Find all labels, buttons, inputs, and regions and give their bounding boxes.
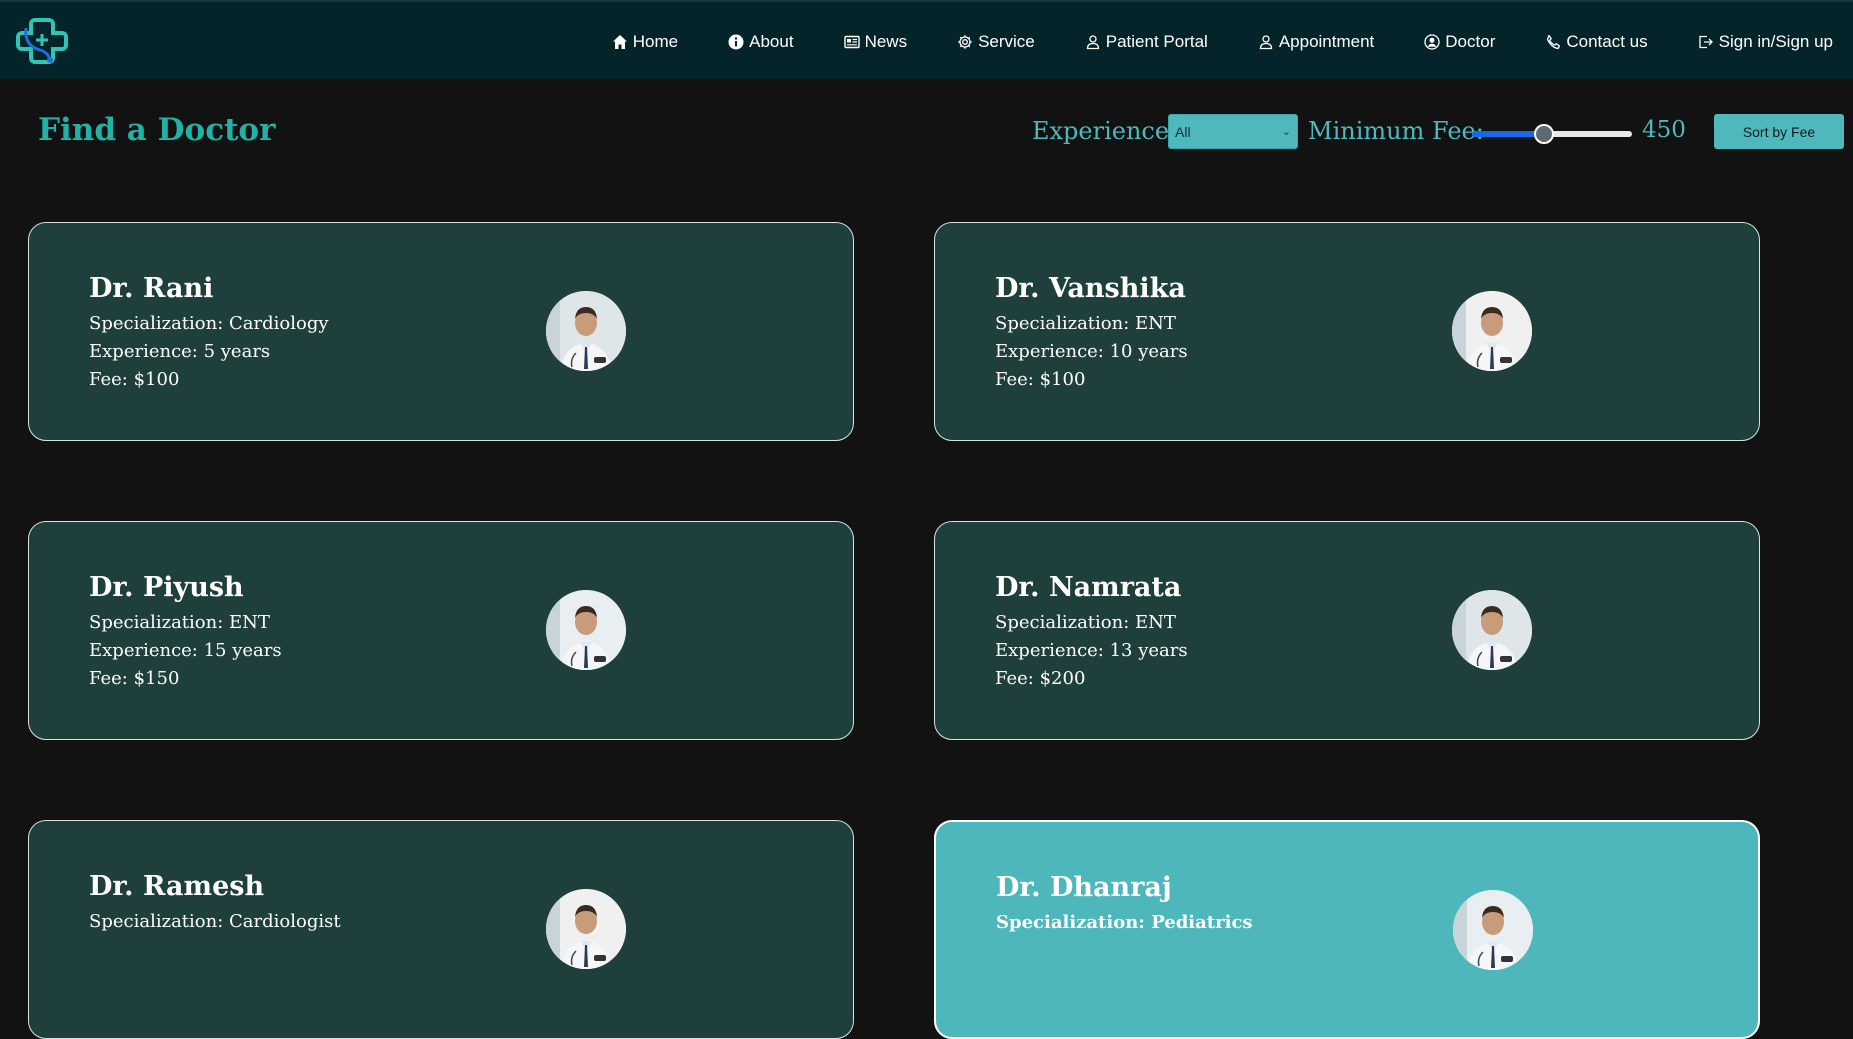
- nav-service[interactable]: Service: [957, 32, 1035, 52]
- doctor-photo-icon: [546, 291, 626, 371]
- doctor-avatar: [1452, 590, 1532, 670]
- nav-links: Home About News Service Patient Portal A…: [562, 2, 1833, 81]
- doctor-specialization: Specialization: Cardiology: [89, 313, 329, 334]
- doctor-card[interactable]: Dr. Vanshika Specialization: ENT Experienc…: [934, 222, 1760, 441]
- medical-cross-logo-icon: [16, 18, 68, 64]
- sort-by-fee-button[interactable]: Sort by Fee: [1714, 114, 1844, 149]
- nav-doctor-label: Doctor: [1445, 31, 1496, 51]
- doctor-specialization: Specialization: Pediatrics: [996, 912, 1253, 933]
- doctor-info: Dr. Namrata Specialization: ENT Experience…: [995, 572, 1188, 693]
- doctor-specialization: Specialization: ENT: [89, 612, 270, 633]
- doctor-avatar: [1452, 291, 1532, 371]
- doctor-photo-icon: [546, 889, 626, 969]
- doctor-card[interactable]: Dr. Namrata Specialization: ENT Experience…: [934, 521, 1760, 740]
- doctor-fee: Fee: $100: [89, 369, 180, 390]
- nav-doctor[interactable]: Doctor: [1424, 32, 1495, 52]
- doctor-card[interactable]: Dr. Dhanraj Specialization: Pediatrics: [934, 820, 1760, 1039]
- nav-patient-portal-label: Patient Portal: [1105, 31, 1208, 51]
- min-fee-slider[interactable]: [1472, 124, 1632, 144]
- nav-home-label: Home: [632, 31, 679, 51]
- doctor-specialization: Specialization: Cardiologist: [89, 911, 341, 932]
- page-title: Find a Doctor: [38, 112, 276, 148]
- gear-icon: [958, 34, 972, 49]
- nav-news[interactable]: News: [843, 31, 908, 52]
- doctor-name: Dr. Dhanraj: [996, 872, 1172, 903]
- min-fee-label: Minimum Fee:: [1308, 117, 1484, 145]
- doctor-experience: Experience: 10 years: [995, 341, 1188, 362]
- min-fee-value: 450: [1642, 117, 1686, 143]
- navbar: Home About News Service Patient Portal A…: [0, 0, 1853, 79]
- doctor-fee: Fee: $150: [89, 668, 180, 689]
- doctor-info: Dr. Dhanraj Specialization: Pediatrics: [996, 872, 1253, 937]
- doctor-experience: Experience: 13 years: [995, 640, 1188, 661]
- nav-service-label: Service: [978, 31, 1035, 51]
- doctor-name: Dr. Ramesh: [89, 871, 265, 902]
- user-circle-icon: [1424, 33, 1440, 50]
- nav-appointment-label: Appointment: [1278, 31, 1375, 51]
- doctor-avatar: [1453, 890, 1533, 970]
- doctor-specialization: Specialization: ENT: [995, 612, 1176, 633]
- doctor-card[interactable]: Dr. Piyush Specialization: ENT Experience:…: [28, 521, 854, 740]
- phone-icon: [1547, 34, 1561, 49]
- doctor-photo-icon: [1453, 890, 1533, 970]
- nav-news-label: News: [864, 31, 908, 51]
- nav-about[interactable]: About: [728, 31, 794, 52]
- experience-label: Experience:: [1032, 117, 1178, 145]
- nav-about-label: About: [749, 31, 794, 51]
- experience-select-value: All: [1175, 123, 1191, 140]
- logo[interactable]: [16, 14, 68, 66]
- doctor-info: Dr. Piyush Specialization: ENT Experience:…: [89, 572, 282, 693]
- home-icon: [612, 34, 627, 49]
- nav-patient-portal[interactable]: Patient Portal: [1085, 32, 1208, 52]
- doctor-photo-icon: [1452, 590, 1532, 670]
- doctor-avatar: [546, 889, 626, 969]
- doctor-name: Dr. Rani: [89, 273, 214, 304]
- doctor-name: Dr. Piyush: [89, 572, 244, 603]
- doctor-experience: Experience: 15 years: [89, 640, 282, 661]
- user-icon: [1259, 34, 1272, 49]
- doctor-card[interactable]: Dr. Rani Specialization: Cardiology Experi…: [28, 222, 854, 441]
- doctor-photo-icon: [546, 590, 626, 670]
- info-icon: [728, 34, 744, 49]
- doctor-info: Dr. Ramesh Specialization: Cardiologist: [89, 871, 341, 936]
- doctor-name: Dr. Namrata: [995, 572, 1182, 603]
- doctor-avatar: [546, 590, 626, 670]
- newspaper-icon: [843, 35, 860, 48]
- doctor-experience: Experience: 5 years: [89, 341, 271, 362]
- nav-sign-in[interactable]: Sign in/Sign up: [1698, 32, 1833, 52]
- doctor-fee: Fee: $200: [995, 668, 1086, 689]
- doctor-avatar: [546, 291, 626, 371]
- slider-thumb[interactable]: [1534, 124, 1554, 144]
- doctor-name: Dr. Vanshika: [995, 273, 1186, 304]
- doctor-info: Dr. Vanshika Specialization: ENT Experienc…: [995, 273, 1188, 394]
- nav-home[interactable]: Home: [612, 32, 678, 52]
- doctor-fee: Fee: $100: [995, 369, 1086, 390]
- doctor-specialization: Specialization: ENT: [995, 313, 1176, 334]
- chevron-down-icon: ⌄: [1281, 126, 1291, 138]
- doctor-photo-icon: [1452, 291, 1532, 371]
- sign-out-icon: [1698, 35, 1713, 48]
- user-icon: [1086, 34, 1099, 49]
- doctor-info: Dr. Rani Specialization: Cardiology Experi…: [89, 273, 329, 394]
- nav-contact[interactable]: Contact us: [1545, 31, 1648, 52]
- experience-select[interactable]: All ⌄: [1168, 114, 1298, 149]
- nav-sign-in-label: Sign in/Sign up: [1718, 31, 1833, 51]
- nav-contact-label: Contact us: [1566, 31, 1648, 51]
- doctor-card[interactable]: Dr. Ramesh Specialization: Cardiologist: [28, 820, 854, 1039]
- nav-appointment[interactable]: Appointment: [1258, 32, 1374, 52]
